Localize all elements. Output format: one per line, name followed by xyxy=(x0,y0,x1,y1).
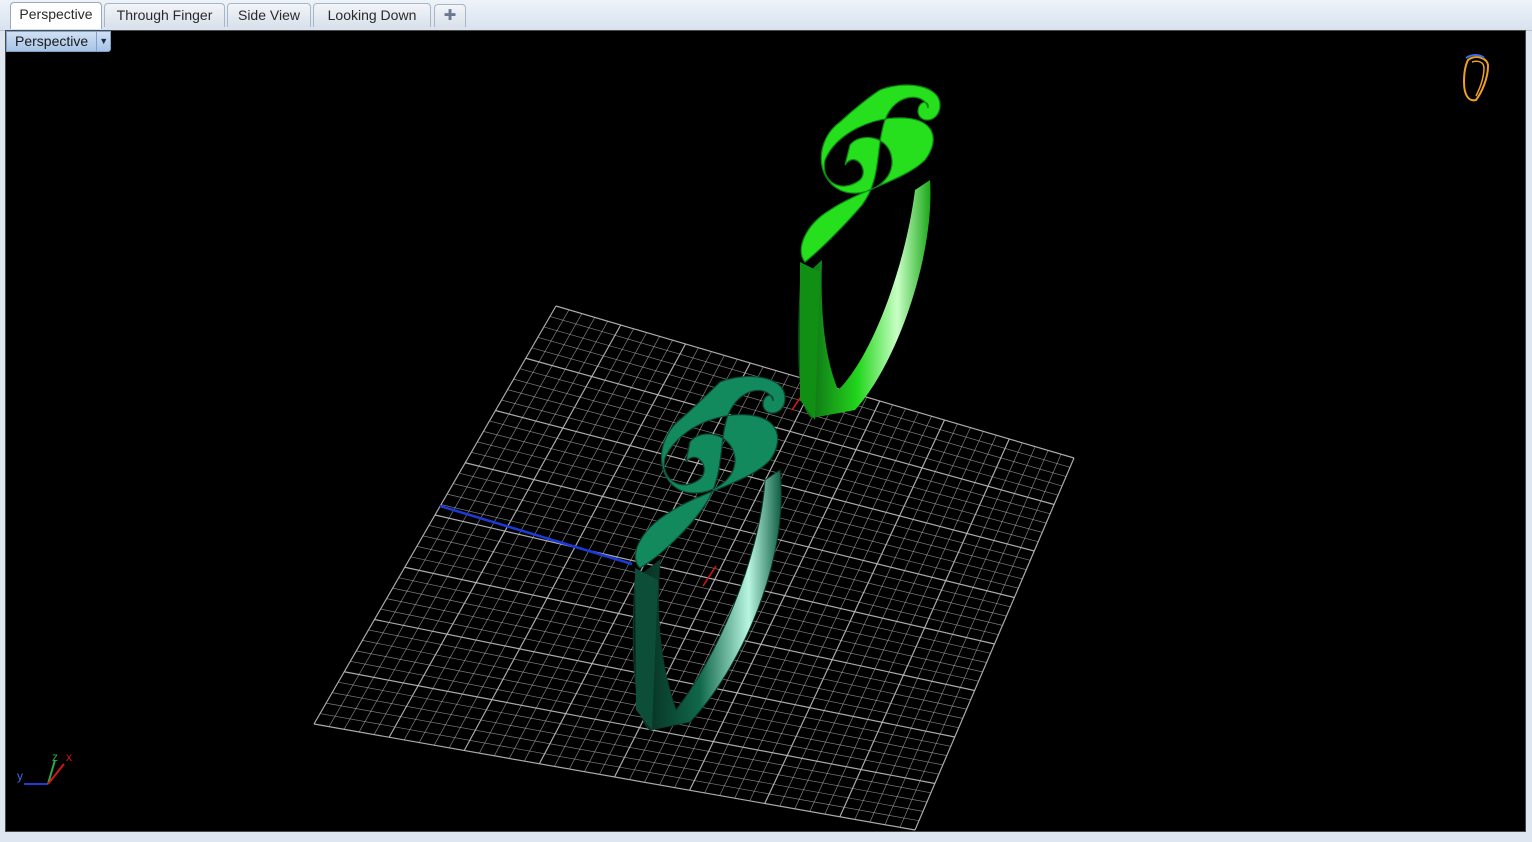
grid-line xyxy=(313,723,916,831)
grid-line xyxy=(326,702,924,812)
tab-looking-down[interactable]: Looking Down xyxy=(313,3,431,27)
tab-perspective[interactable]: Perspective xyxy=(10,2,102,29)
view-cube-ring-icon[interactable] xyxy=(1462,54,1490,102)
grid-line xyxy=(869,446,1036,823)
grid-line xyxy=(839,438,1010,817)
y-axis-line xyxy=(439,504,633,566)
bottom-border xyxy=(0,832,1532,842)
selected-ring-object[interactable] xyxy=(798,84,941,420)
viewport-title-menu[interactable]: Perspective ▼ xyxy=(6,31,112,52)
add-tab-button[interactable]: ✚ xyxy=(434,4,466,27)
grid-line xyxy=(332,692,927,803)
x-axis-marker xyxy=(702,565,717,587)
gizmo-y-label: y xyxy=(17,769,23,783)
gizmo-z-label: z xyxy=(52,750,58,764)
tab-through-finger[interactable]: Through Finger xyxy=(104,3,225,27)
triangle-down-icon[interactable]: ▼ xyxy=(96,32,110,51)
gizmo-x-label: x xyxy=(66,750,72,764)
construction-grid xyxy=(313,305,1075,831)
grid-line xyxy=(899,454,1062,828)
plus-icon: ✚ xyxy=(443,7,457,24)
viewport-tab-bar: Perspective Through Finger Side View Loo… xyxy=(0,0,1532,31)
x-axis-marker-top xyxy=(791,397,801,411)
grid-line xyxy=(338,681,931,794)
grid-line xyxy=(319,713,920,822)
grid-line xyxy=(914,457,1075,831)
grid-line xyxy=(854,442,1023,820)
axis-gizmo: y z x xyxy=(17,750,72,785)
viewport-canvas[interactable]: y z x xyxy=(6,31,1525,831)
viewport-title: Perspective xyxy=(15,33,89,49)
grid-line xyxy=(884,450,1049,825)
tab-side-view[interactable]: Side View xyxy=(227,3,311,27)
